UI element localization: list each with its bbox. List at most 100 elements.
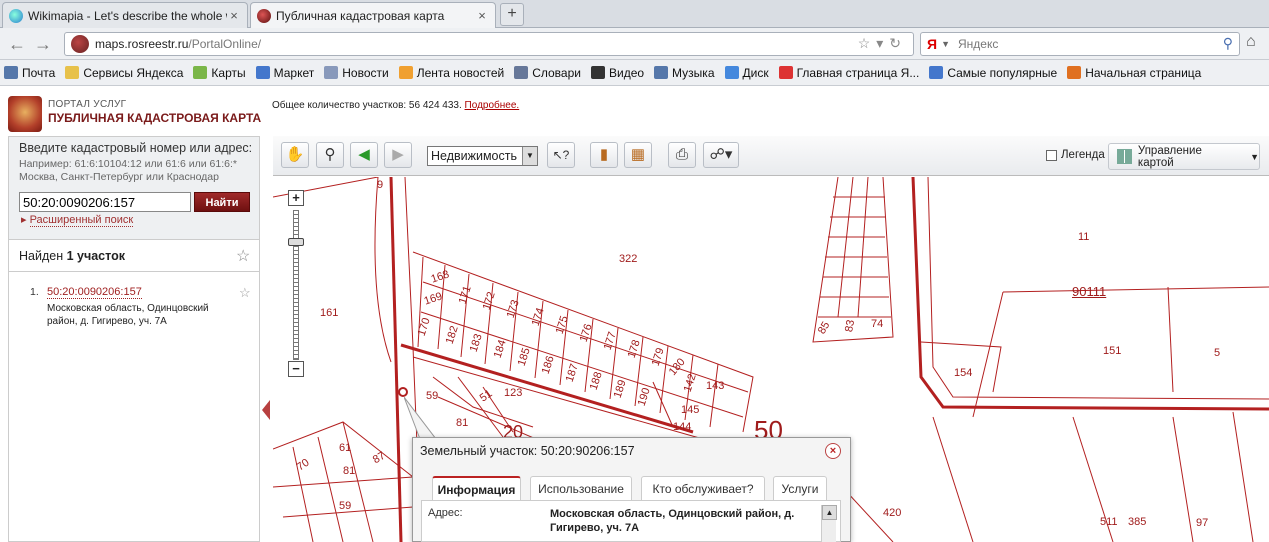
- found-number: 1 участок: [66, 249, 125, 263]
- home-icon[interactable]: ⌂: [1246, 33, 1266, 55]
- map-label: 145: [681, 404, 700, 416]
- bookmark-item[interactable]: Маркет: [255, 65, 315, 80]
- star-icon[interactable]: ☆: [239, 285, 251, 301]
- found-prefix: Найден: [19, 249, 67, 263]
- bookmark-label: Самые популярные: [947, 65, 1058, 80]
- bookmark-item[interactable]: Почта: [4, 66, 55, 80]
- close-tab-icon[interactable]: ×: [227, 8, 241, 23]
- portal-title[interactable]: ПУБЛИЧНАЯ КАДАСТРОВАЯ КАРТА: [48, 111, 261, 125]
- chevron-down-icon[interactable]: ▼: [941, 39, 950, 49]
- measure-distance-icon[interactable]: ▮: [590, 142, 618, 168]
- zoom-out-button[interactable]: −: [288, 361, 304, 377]
- globe-icon: [9, 8, 23, 23]
- site-identity-icon[interactable]: [71, 35, 89, 53]
- bookmark-item[interactable]: Сервисы Яндекса: [65, 66, 183, 80]
- crest-logo[interactable]: [8, 96, 42, 132]
- collapse-panel-icon[interactable]: [262, 400, 270, 420]
- search-hint: Москва, Санкт-Петербург или Краснодар: [19, 171, 219, 183]
- advanced-search-link[interactable]: ▸ Расширенный поиск: [21, 213, 134, 227]
- tab-wikimapia[interactable]: Wikimapia - Let's describe the whole wor…: [2, 2, 248, 28]
- map-label: 151: [1103, 345, 1122, 357]
- pan-hand-icon[interactable]: ✋: [281, 142, 309, 168]
- layer-select[interactable]: Недвижимость ▼: [427, 146, 538, 166]
- legend-checkbox[interactable]: [1046, 149, 1057, 161]
- bookmark-label: Почта: [22, 65, 56, 80]
- tab-services[interactable]: Услуги: [773, 476, 827, 500]
- forward-icon[interactable]: →: [32, 33, 54, 55]
- tab-who-serves[interactable]: Кто обслуживает?: [641, 476, 765, 500]
- folder-icon: [65, 66, 80, 79]
- map-label: 385: [1128, 516, 1147, 528]
- legend-label: Легенда: [1061, 149, 1105, 161]
- tab-cadastral-map[interactable]: Публичная кадастровая карта ×: [250, 2, 496, 28]
- scroll-up-icon[interactable]: ▲: [822, 505, 837, 520]
- close-tab-icon[interactable]: ×: [475, 8, 489, 23]
- map-label: 83: [843, 318, 858, 334]
- zoom-control: + −: [288, 190, 305, 380]
- yandex-icon: [778, 66, 793, 79]
- bookmark-item[interactable]: Диск: [724, 66, 769, 80]
- bookmark-item[interactable]: Главная страница Я...: [778, 66, 919, 80]
- portal-subtitle[interactable]: ПОРТАЛ УСЛУГ: [48, 99, 126, 110]
- identify-cursor-icon[interactable]: ↖?: [547, 142, 575, 168]
- music-icon: [654, 66, 669, 79]
- bookmark-item[interactable]: Музыка: [654, 66, 715, 80]
- disk-icon: [724, 66, 739, 79]
- popup-scrollbar[interactable]: ▲: [821, 505, 837, 542]
- search-box[interactable]: Я ▼ Яндекс ⚲: [920, 32, 1240, 56]
- parcel-count-text: Общее количество участков: 56 424 433.: [272, 100, 462, 111]
- close-popup-icon[interactable]: ×: [825, 443, 841, 459]
- bookmark-item[interactable]: Новости: [324, 66, 389, 80]
- bookmark-item[interactable]: Самые популярные: [929, 66, 1057, 80]
- map-label: 90111: [1072, 284, 1107, 299]
- zoom-box-icon[interactable]: ⚲: [316, 142, 344, 168]
- forward-arrow-icon[interactable]: ▶: [384, 142, 412, 168]
- zoom-slider[interactable]: [293, 210, 299, 360]
- bookmark-star-icon[interactable]: ☆▾↻: [858, 35, 907, 52]
- popup-pointer: [404, 397, 436, 439]
- page-icon: [324, 66, 339, 79]
- search-icon[interactable]: ⚲: [1223, 35, 1233, 52]
- find-button[interactable]: Найти: [194, 192, 250, 212]
- link-icon[interactable]: ☍▾: [703, 142, 739, 168]
- bookmark-label: Карты: [211, 65, 246, 80]
- chevron-down-icon: ▼: [522, 147, 537, 165]
- address-bar[interactable]: maps.rosreestr.ru/PortalOnline/ ☆▾↻: [64, 32, 914, 56]
- bookmark-label: Словари: [532, 65, 581, 80]
- zoom-slider-thumb[interactable]: [288, 238, 304, 246]
- star-icon[interactable]: ☆: [236, 246, 250, 266]
- measure-area-icon[interactable]: ▦: [624, 142, 652, 168]
- found-count: Найден 1 участок: [19, 249, 125, 263]
- bookmark-item[interactable]: Лента новостей: [398, 65, 505, 80]
- grid-icon: [1117, 149, 1132, 164]
- navigation-bar: ← → maps.rosreestr.ru/PortalOnline/ ☆▾↻ …: [0, 28, 1269, 60]
- mail-icon: [4, 66, 18, 79]
- bookmark-item[interactable]: Словари: [514, 66, 581, 80]
- cadastral-search-input[interactable]: [19, 192, 191, 212]
- map-management-button[interactable]: Управление картой ▼: [1108, 143, 1260, 170]
- parcel-count: Общее количество участков: 56 424 433. П…: [272, 100, 519, 111]
- bookmark-label: Маркет: [273, 65, 315, 80]
- more-link[interactable]: Подробнее.: [465, 100, 520, 111]
- map-label: 420: [883, 507, 902, 519]
- back-arrow-icon[interactable]: ◀: [350, 142, 378, 168]
- print-icon[interactable]: ⎙: [668, 142, 696, 168]
- back-icon[interactable]: ←: [6, 33, 28, 55]
- bookmark-label: Сервисы Яндекса: [83, 65, 184, 80]
- bookmark-item[interactable]: Видео: [590, 66, 644, 80]
- bookmark-label: Лента новостей: [416, 65, 505, 80]
- parcel-marker[interactable]: [398, 387, 408, 397]
- address-label: Адрес:: [428, 507, 463, 519]
- tab-usage[interactable]: Использование: [530, 476, 632, 500]
- rss-icon: [398, 66, 413, 79]
- result-parcel-link[interactable]: 50:20:0090206:157: [47, 286, 142, 299]
- legend-toggle[interactable]: Легенда: [1046, 149, 1105, 161]
- bookmark-item[interactable]: Карты: [193, 65, 246, 80]
- new-tab-button[interactable]: +: [500, 3, 524, 26]
- yandex-icon[interactable]: Я: [927, 36, 937, 52]
- zoom-in-button[interactable]: +: [288, 190, 304, 206]
- map-label: 5: [1214, 347, 1221, 359]
- tab-information[interactable]: Информация: [432, 476, 521, 500]
- result-number: 1.: [30, 286, 39, 298]
- bookmark-item[interactable]: Начальная страница: [1067, 66, 1201, 80]
